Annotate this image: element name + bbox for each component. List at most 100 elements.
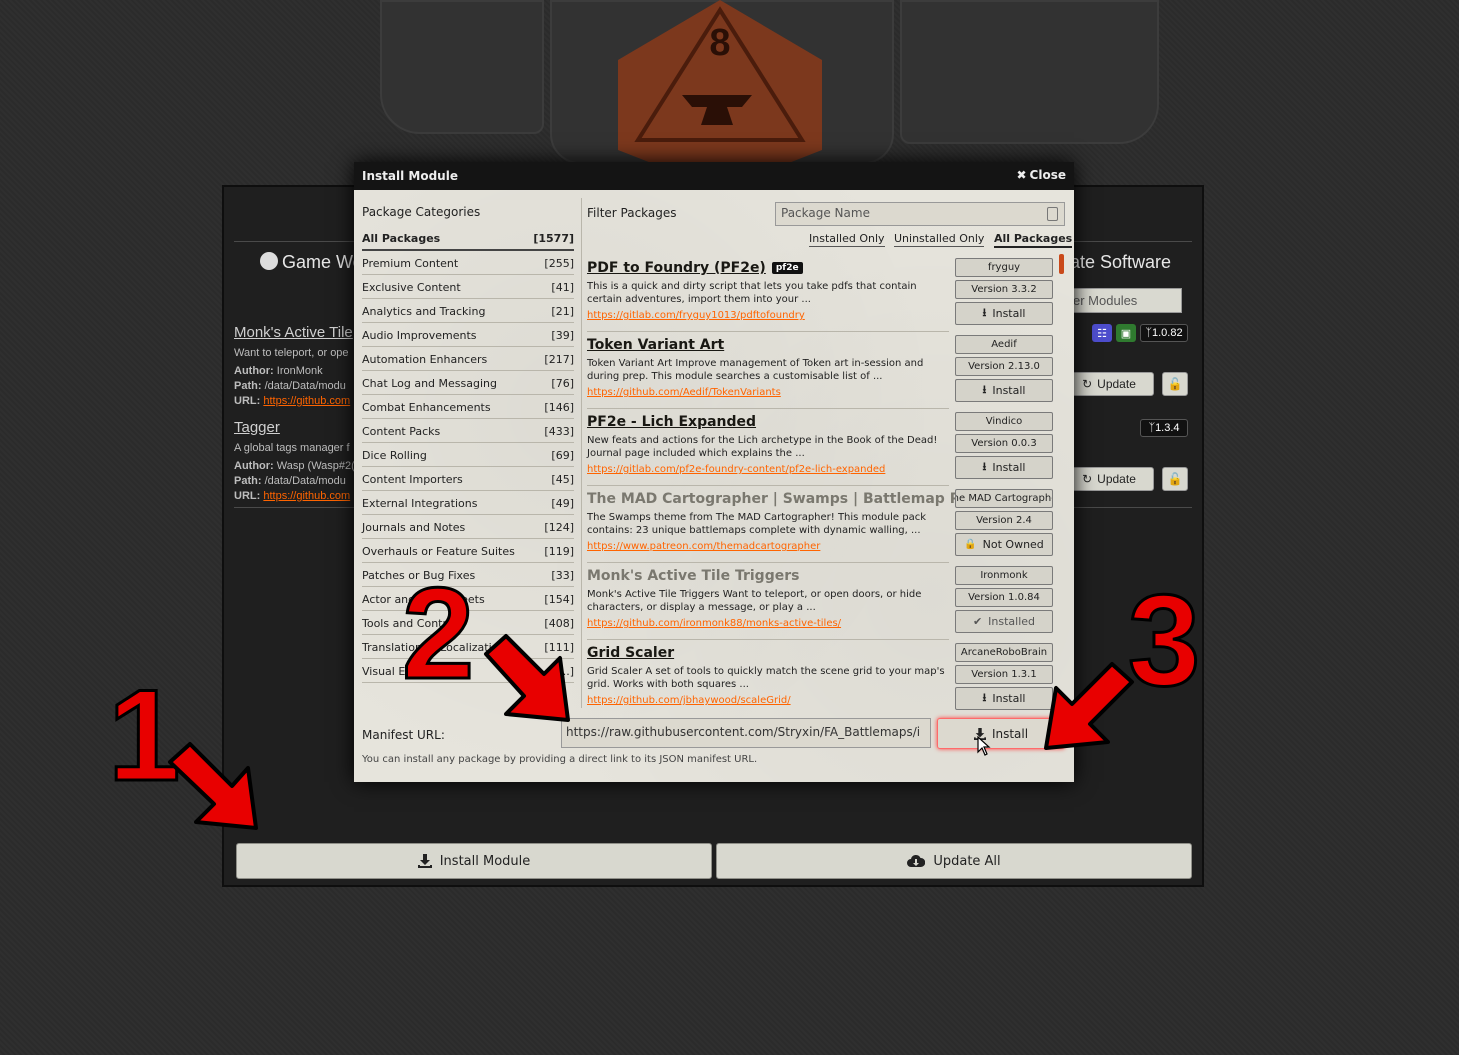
category-item[interactable]: Chat Log and Messaging [76] [362,372,574,395]
category-item[interactable]: All Packages [1577] [362,228,574,251]
category-item[interactable]: Combat Enhancements [146] [362,396,574,419]
package-description: Monk's Active Tile Triggers Want to tele… [587,589,922,613]
filter-modules-input[interactable]: er Modules [1064,288,1182,313]
update-all-button[interactable]: Update All [716,843,1192,879]
package-version: Version 1.0.84 [955,588,1053,607]
category-name: Journals and Notes [362,520,466,534]
category-name: Overhauls or Feature Suites [362,544,515,558]
install-module-button[interactable]: Install Module [236,843,712,879]
category-name: Audio Improvements [362,328,477,342]
package-url-link[interactable]: https://github.com/jbhaywood/scaleGrid/ [587,695,791,706]
tab-update-software[interactable]: ate Software [1070,252,1171,273]
filter-heading: Filter Packages [587,206,677,220]
divider [587,562,949,563]
update-module-button[interactable]: ↻ Update [1064,467,1154,491]
package-url-link[interactable]: https://github.com/Aedif/TokenVariants [587,387,781,398]
package-title-text: Token Variant Art [587,337,725,353]
categories-heading: Package Categories [362,205,481,219]
package-url-link[interactable]: https://gitlab.com/pf2e-foundry-content/… [587,464,885,475]
package-url-link[interactable]: https://gitlab.com/fryguy1013/pdftofound… [587,310,805,321]
category-name: Content Importers [362,472,463,486]
refresh-icon: ↻ [1082,377,1093,391]
module-tag-icon: ☷ [1092,324,1112,342]
category-name: Combat Enhancements [362,400,491,414]
package-title[interactable]: Grid Scaler [587,645,674,661]
package-url-link[interactable]: https://www.patreon.com/themadcartograph… [587,541,820,552]
package-install-button[interactable]: ⭳ Install [955,302,1053,325]
category-count: [119] [544,544,574,558]
package-author: Ironmonk [955,566,1053,585]
package-action-label: Installed [988,615,1036,628]
category-count: [154] [544,592,574,606]
tab-game-worlds[interactable]: Game Wo [282,252,363,273]
unlock-icon: 🔓 [1167,472,1183,486]
category-count: [146] [544,400,574,414]
category-item[interactable]: Journals and Notes [124] [362,516,574,539]
category-item[interactable]: Content Packs [433] [362,420,574,443]
package-title[interactable]: Monk's Active Tile Triggers [587,568,799,584]
module-url-link[interactable]: https://github.com [263,395,350,407]
package-description: New feats and actions for the Lich arche… [587,435,938,459]
package-action-label: Install [992,692,1026,705]
close-button[interactable]: ✖ Close [1016,168,1066,182]
package-title-text: Monk's Active Tile Triggers [587,568,800,584]
package-action-label: Install [992,384,1026,397]
package-install-button[interactable]: ⭳ Install [955,456,1053,479]
package-search-input[interactable]: Package Name [775,202,1065,226]
package-installed-button[interactable]: ✔ Installed [955,610,1053,633]
module-title[interactable]: Monk's Active Tile [234,324,353,341]
install-module-label: Install Module [439,853,531,869]
package-action-label: Not Owned [982,538,1044,551]
filter-uninstalled-only[interactable]: Uninstalled Only [894,232,985,247]
package-title-text: Grid Scaler [587,645,675,661]
clear-search-icon[interactable] [1047,207,1058,221]
category-item[interactable]: Automation Enhancers [217] [362,348,574,371]
package-url-link[interactable]: https://github.com/ironmonk88/monks-acti… [587,618,841,629]
category-count: [76] [551,376,574,390]
package-description: Token Variant Art Improve management of … [587,358,924,382]
category-count: [408] [544,616,574,630]
download-icon: ⭳ [982,460,987,473]
module-url-link[interactable]: https://github.com [263,490,350,502]
lock-module-button[interactable]: 🔓 [1162,372,1188,396]
package-title[interactable]: The MAD Cartographer | Swamps | Battlema… [587,491,1004,507]
module-author: Author: Wasp (Wasp#2( [234,460,355,472]
category-item[interactable]: Dice Rolling [69] [362,444,574,467]
module-title[interactable]: Tagger [234,419,280,436]
update-module-button[interactable]: ↻ Update [1064,372,1154,396]
category-count: [217] [544,352,574,366]
category-item[interactable]: Exclusive Content [41] [362,276,574,299]
category-item[interactable]: Premium Content [255] [362,252,574,275]
manifest-install-label: Install [991,726,1029,741]
version-badge: ᛉ 1.3.4 [1140,419,1188,437]
package-title[interactable]: Token Variant Art [587,337,724,353]
header-decoration-right [900,0,1159,144]
module-description: A global tags manager f [234,442,350,454]
category-name: All Packages [362,232,441,245]
manifest-url-input[interactable]: https://raw.githubusercontent.com/Stryxi… [561,718,931,748]
package-list-scrollbar[interactable] [1059,254,1064,274]
module-url: URL: https://github.com [234,395,351,407]
category-count: [21] [551,304,574,318]
search-placeholder: Package Name [781,206,870,220]
category-item[interactable]: Analytics and Tracking [21] [362,300,574,323]
package-install-button[interactable]: ⭳ Install [955,379,1053,402]
package-title[interactable]: PDF to Foundry (PF2e) pf2e [587,260,803,276]
cloud-download-icon [907,854,926,867]
filter-installed-only[interactable]: Installed Only [809,232,885,247]
filter-all-packages[interactable]: All Packages [994,232,1073,248]
annotation-arrow-icon [1044,662,1134,750]
package-version: Version 3.3.2 [955,280,1053,299]
package-description: Grid Scaler A set of tools to quickly ma… [587,666,945,690]
manifest-hint: You can install any package by providing… [362,754,758,765]
category-item[interactable]: Audio Improvements [39] [362,324,574,347]
package-title[interactable]: PF2e - Lich Expanded [587,414,756,430]
lock-module-button[interactable]: 🔓 [1162,467,1188,491]
package-action-label: Install [992,461,1026,474]
category-item[interactable]: Content Importers [45] [362,468,574,491]
annotation-arrow-icon [484,634,570,722]
category-item[interactable]: External Integrations [49] [362,492,574,515]
game-worlds-icon [260,252,278,270]
module-path: Path: /data/Data/modu [234,380,346,392]
package-not-owned-button[interactable]: 🔒 Not Owned [955,533,1053,556]
